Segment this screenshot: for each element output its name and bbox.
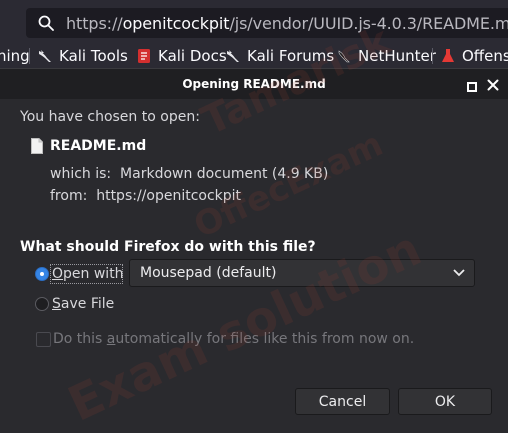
url-text[interactable]: https://openitcockpit/js/vendor/UUID.js-… bbox=[66, 14, 508, 33]
bookmark-label: Kali Forums bbox=[247, 47, 335, 65]
question-heading: What should Firefox do with this file? bbox=[20, 239, 316, 255]
open-with-text: pen with bbox=[63, 266, 124, 282]
auto-checkbox[interactable] bbox=[36, 332, 51, 347]
maximize-icon[interactable] bbox=[467, 82, 477, 92]
bookmark-partial[interactable]: ning bbox=[0, 46, 30, 66]
bookmark-kali-tools[interactable]: Kali Tools bbox=[38, 46, 128, 66]
bookmark-label: ning bbox=[0, 47, 30, 65]
url-bar: https://openitcockpit/js/vendor/UUID.js-… bbox=[0, 0, 508, 44]
save-file-mnemonic: S bbox=[52, 296, 61, 312]
search-icon bbox=[38, 15, 54, 31]
cancel-button[interactable]: Cancel bbox=[295, 388, 390, 415]
save-file-text: ave File bbox=[60, 296, 115, 312]
bookmark-nethunter[interactable]: NetHunter bbox=[337, 46, 436, 66]
address-field[interactable]: https://openitcockpit/js/vendor/UUID.js-… bbox=[26, 8, 508, 38]
open-with-mnemonic: O bbox=[52, 266, 64, 282]
bookmarks-toolbar: ning Kali Tools Kali Docs Kali Forums Ne… bbox=[0, 44, 508, 68]
intro-text: You have chosen to open: bbox=[20, 109, 200, 125]
from-url: https://openitcockpit bbox=[96, 188, 242, 204]
file-icon bbox=[31, 138, 43, 154]
which-is-label: which is: bbox=[50, 166, 112, 182]
url-prefix: https:// bbox=[66, 14, 123, 33]
url-host: openitcockpit bbox=[122, 14, 230, 33]
bookmark-label: NetHunter bbox=[358, 47, 436, 65]
auto-text-b: utomatically for files like this from no… bbox=[115, 331, 415, 347]
save-file-radio[interactable] bbox=[35, 297, 49, 311]
nethunter-icon bbox=[338, 50, 350, 63]
file-name: README.md bbox=[50, 138, 147, 154]
open-with-label[interactable]: Open with bbox=[52, 266, 124, 282]
kali-docs-icon bbox=[138, 49, 150, 63]
bookmark-offensive[interactable]: Offensi bbox=[441, 46, 508, 66]
dialog-titlebar: Opening README.md bbox=[0, 69, 508, 99]
dialog-title: Opening README.md bbox=[182, 77, 326, 91]
bookmark-kali-docs[interactable]: Kali Docs bbox=[137, 46, 227, 66]
open-with-radio[interactable] bbox=[35, 267, 49, 281]
chevron-down-icon bbox=[453, 269, 465, 277]
offsec-icon bbox=[442, 49, 454, 62]
close-icon[interactable] bbox=[487, 79, 499, 91]
selected-application: Mousepad (default) bbox=[140, 265, 277, 281]
bookmark-separator bbox=[432, 48, 433, 64]
bookmark-label: Offensi bbox=[462, 47, 508, 65]
auto-text-a: Do this bbox=[53, 331, 107, 347]
bookmark-kali-forums[interactable]: Kali Forums bbox=[226, 46, 334, 66]
bookmark-label: Kali Tools bbox=[59, 47, 128, 65]
url-path: /js/vendor/UUID.js-4.0.3/README.md bbox=[229, 14, 508, 33]
bookmark-label: Kali Docs bbox=[158, 47, 227, 65]
application-select[interactable]: Mousepad (default) bbox=[129, 259, 475, 287]
bookmark-separator bbox=[29, 48, 30, 64]
kali-dragon-icon bbox=[227, 50, 239, 62]
from-row: from: https://openitcockpit bbox=[50, 188, 241, 204]
ok-button[interactable]: OK bbox=[398, 388, 492, 415]
which-is-row: which is: Markdown document (4.9 KB) bbox=[50, 166, 328, 182]
file-type: Markdown document (4.9 KB) bbox=[120, 166, 329, 182]
auto-label[interactable]: Do this automatically for files like thi… bbox=[53, 331, 414, 347]
from-label: from: bbox=[50, 188, 88, 204]
save-file-label[interactable]: Save File bbox=[52, 296, 114, 312]
kali-dragon-icon bbox=[39, 50, 51, 62]
